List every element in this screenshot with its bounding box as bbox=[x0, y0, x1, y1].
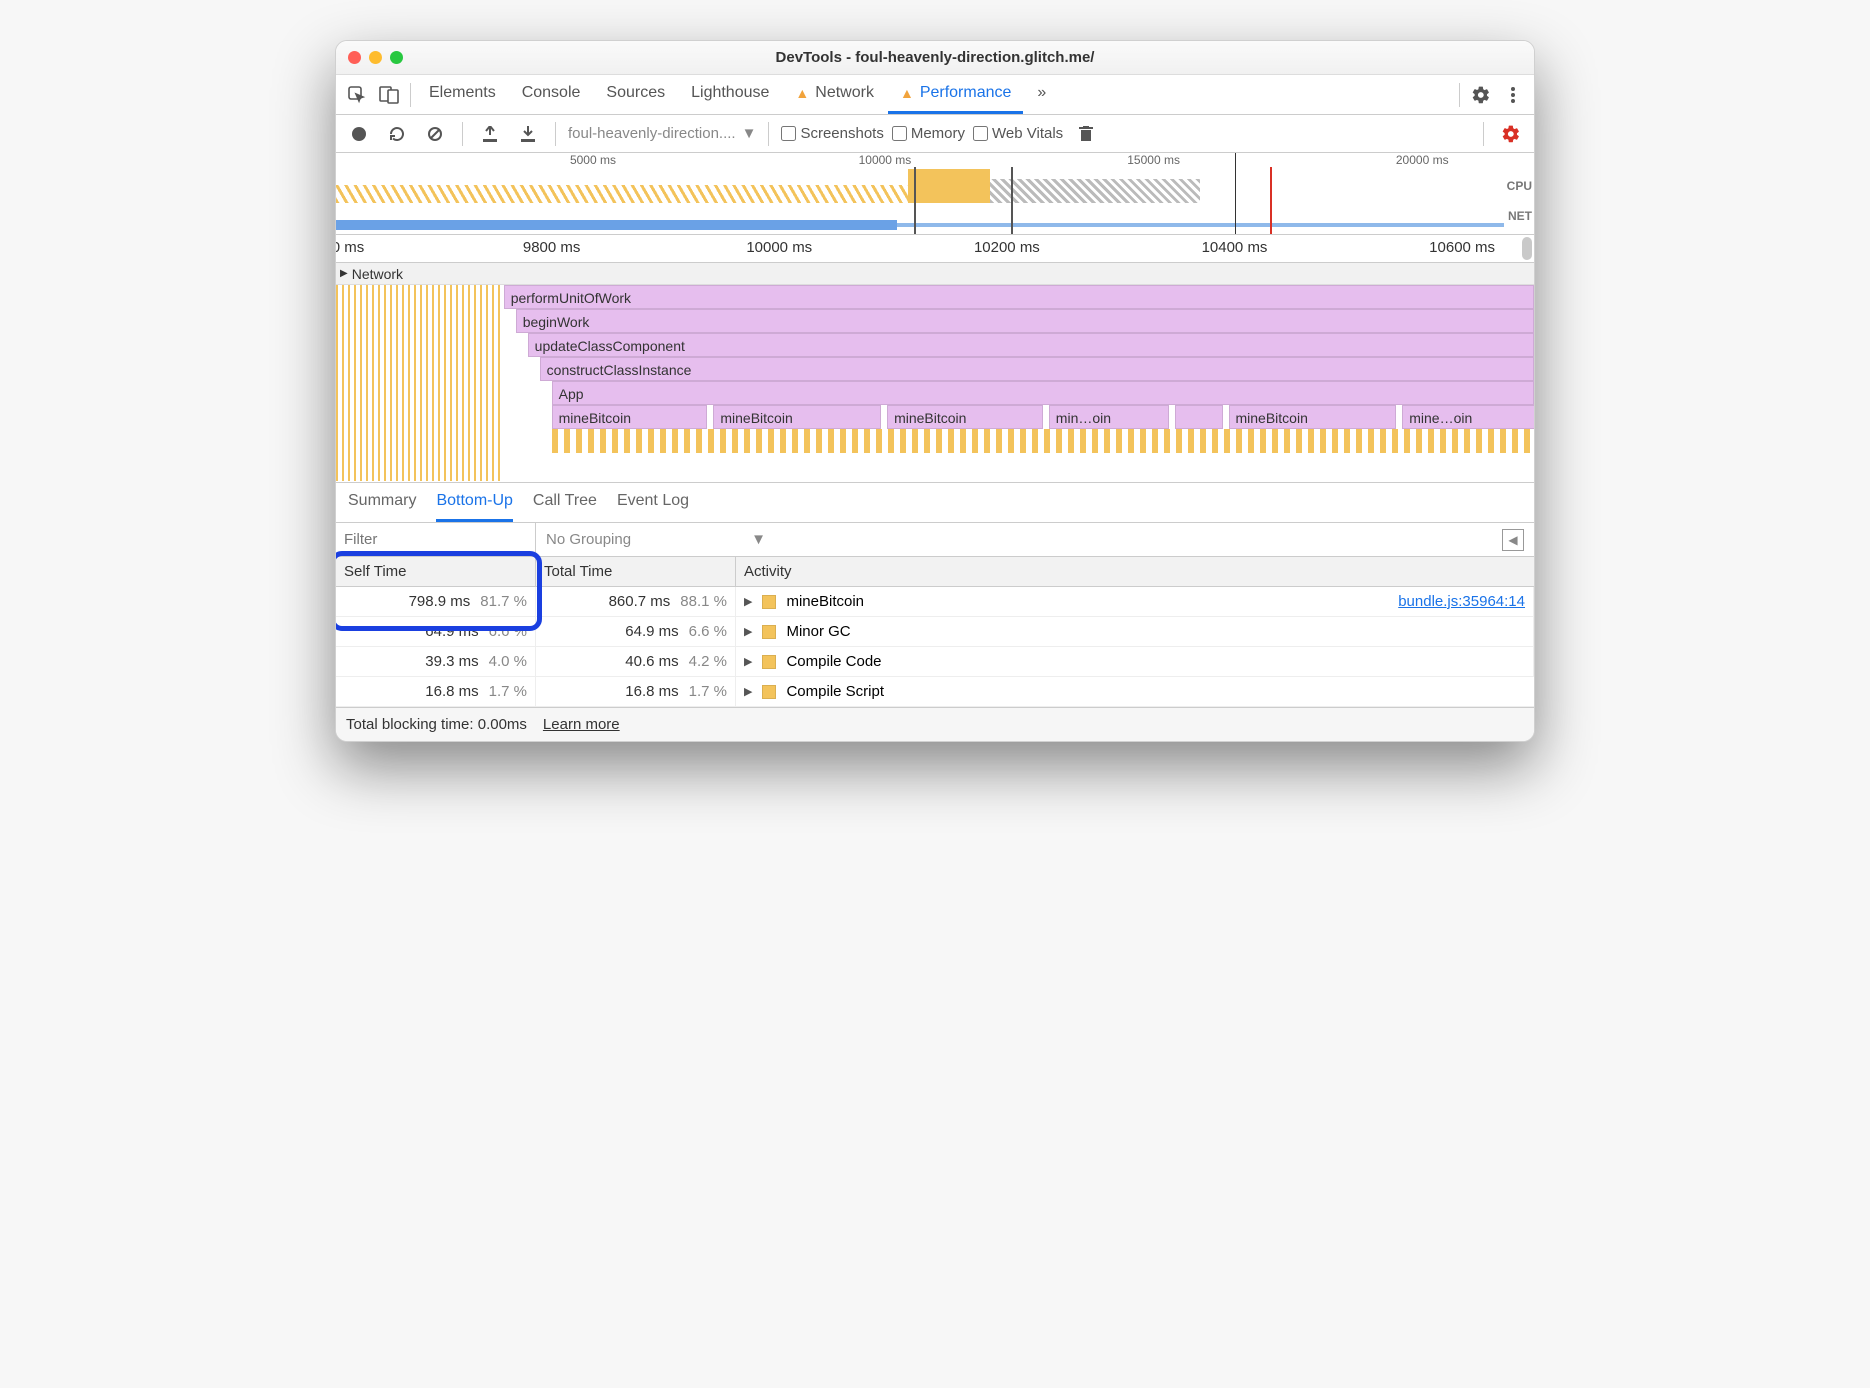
tbt-label: Total blocking time: 0.00ms bbox=[346, 716, 527, 733]
performance-toolbar: foul-heavenly-direction....▼ Screenshots… bbox=[336, 115, 1534, 153]
overview-ticks: 5000 ms 10000 ms 15000 ms 20000 ms bbox=[336, 153, 1504, 167]
self-time-cell[interactable]: 39.3 ms4.0 % bbox=[336, 647, 536, 677]
self-time-cell[interactable]: 64.9 ms6.6 % bbox=[336, 617, 536, 647]
col-activity[interactable]: Activity bbox=[736, 557, 1534, 587]
zoom-icon[interactable] bbox=[390, 51, 403, 64]
recording-selector[interactable]: foul-heavenly-direction....▼ bbox=[568, 125, 756, 142]
chevron-right-icon: ▶ bbox=[340, 268, 348, 279]
activity-color-icon bbox=[762, 685, 776, 699]
flame-leaf[interactable]: mineBitcoin bbox=[887, 405, 1043, 429]
detail-ruler[interactable]: 0 ms 9800 ms 10000 ms 10200 ms 10400 ms … bbox=[336, 235, 1534, 263]
tab-network[interactable]: ▲Network bbox=[783, 75, 886, 114]
filter-row: No Grouping▼ ◀ bbox=[336, 523, 1534, 557]
flame-chart[interactable]: ▶ Network performUnitOfWork beginWork up… bbox=[336, 263, 1534, 483]
bottom-tab-summary[interactable]: Summary bbox=[348, 483, 416, 522]
screenshots-checkbox[interactable]: Screenshots bbox=[781, 125, 883, 142]
window-title: DevTools - foul-heavenly-direction.glitc… bbox=[336, 49, 1534, 66]
bottom-tab-strip: Summary Bottom-Up Call Tree Event Log bbox=[336, 483, 1534, 523]
total-time-cell[interactable]: 860.7 ms88.1 % bbox=[536, 587, 736, 617]
activity-color-icon bbox=[762, 595, 776, 609]
overflow-tabs[interactable]: » bbox=[1025, 75, 1058, 114]
reload-icon[interactable] bbox=[382, 119, 412, 149]
main-tab-strip: ElementsConsoleSourcesLighthouse▲Network… bbox=[336, 75, 1534, 115]
flame-leaf[interactable]: mineBitcoin bbox=[1229, 405, 1397, 429]
self-time-cell[interactable]: 16.8 ms1.7 % bbox=[336, 677, 536, 707]
status-bar: Total blocking time: 0.00ms Learn more bbox=[336, 707, 1534, 741]
capture-settings-icon[interactable] bbox=[1496, 119, 1526, 149]
load-profile-icon[interactable] bbox=[475, 119, 505, 149]
flame-leaf[interactable]: mine…oin bbox=[1402, 405, 1534, 429]
source-link[interactable]: bundle.js:35964:14 bbox=[1398, 593, 1525, 610]
flame-leaf[interactable]: mineBitcoin bbox=[552, 405, 708, 429]
bottom-tab-call-tree[interactable]: Call Tree bbox=[533, 483, 597, 522]
memory-checkbox[interactable]: Memory bbox=[892, 125, 965, 142]
clear-icon[interactable] bbox=[420, 119, 450, 149]
device-toggle-icon[interactable] bbox=[374, 80, 404, 110]
activity-cell[interactable]: ▶mineBitcoinbundle.js:35964:14 bbox=[736, 587, 1534, 617]
timeline-overview[interactable]: 5000 ms 10000 ms 15000 ms 20000 ms CPU N… bbox=[336, 153, 1534, 235]
total-time-cell[interactable]: 40.6 ms4.2 % bbox=[536, 647, 736, 677]
devtools-window: DevTools - foul-heavenly-direction.glitc… bbox=[335, 40, 1535, 742]
chevron-right-icon[interactable]: ▶ bbox=[744, 685, 752, 698]
bottom-tab-event-log[interactable]: Event Log bbox=[617, 483, 689, 522]
activity-cell[interactable]: ▶Compile Script bbox=[736, 677, 1534, 707]
bottom-up-table: Self Time Total Time Activity bbox=[336, 557, 1534, 587]
activity-color-icon bbox=[762, 625, 776, 639]
tab-elements[interactable]: Elements bbox=[417, 75, 508, 114]
tab-console[interactable]: Console bbox=[510, 75, 593, 114]
close-icon[interactable] bbox=[348, 51, 361, 64]
total-time-cell[interactable]: 64.9 ms6.6 % bbox=[536, 617, 736, 647]
col-total-time[interactable]: Total Time bbox=[536, 557, 736, 587]
flame-leaf[interactable]: mineBitcoin bbox=[713, 405, 881, 429]
minimize-icon[interactable] bbox=[369, 51, 382, 64]
activity-cell[interactable]: ▶Compile Code bbox=[736, 647, 1534, 677]
tab-sources[interactable]: Sources bbox=[594, 75, 677, 114]
flame-leaf[interactable]: min…oin bbox=[1049, 405, 1169, 429]
total-time-cell[interactable]: 16.8 ms1.7 % bbox=[536, 677, 736, 707]
activity-color-icon bbox=[762, 655, 776, 669]
titlebar: DevTools - foul-heavenly-direction.glitc… bbox=[336, 41, 1534, 75]
grouping-selector[interactable]: No Grouping▼ ◀ bbox=[536, 523, 1534, 556]
flame-leaf[interactable] bbox=[1175, 405, 1223, 429]
col-self-time[interactable]: Self Time bbox=[336, 557, 536, 587]
inspect-icon[interactable] bbox=[342, 80, 372, 110]
filter-input[interactable] bbox=[336, 523, 536, 556]
trash-icon[interactable] bbox=[1071, 119, 1101, 149]
tab-performance[interactable]: ▲Performance bbox=[888, 75, 1023, 114]
webvitals-checkbox[interactable]: Web Vitals bbox=[973, 125, 1063, 142]
bottom-tab-bottom-up[interactable]: Bottom-Up bbox=[436, 483, 512, 522]
save-profile-icon[interactable] bbox=[513, 119, 543, 149]
self-time-cell[interactable]: 798.9 ms81.7 % bbox=[336, 587, 536, 617]
settings-icon[interactable] bbox=[1466, 80, 1496, 110]
collapse-panel-icon[interactable]: ◀ bbox=[1502, 529, 1524, 551]
record-icon[interactable] bbox=[344, 119, 374, 149]
overview-labels: CPU NET bbox=[1507, 171, 1532, 231]
activity-cell[interactable]: ▶Minor GC bbox=[736, 617, 1534, 647]
scrollbar-thumb[interactable] bbox=[1522, 237, 1532, 260]
chevron-right-icon[interactable]: ▶ bbox=[744, 595, 752, 608]
network-track-header[interactable]: ▶ Network bbox=[336, 263, 1534, 285]
learn-more-link[interactable]: Learn more bbox=[543, 716, 620, 733]
chevron-right-icon[interactable]: ▶ bbox=[744, 655, 752, 668]
selection-brackets[interactable] bbox=[914, 167, 1013, 234]
tab-lighthouse[interactable]: Lighthouse bbox=[679, 75, 781, 114]
chevron-right-icon[interactable]: ▶ bbox=[744, 625, 752, 638]
traffic-lights bbox=[348, 51, 403, 64]
kebab-menu-icon[interactable] bbox=[1498, 80, 1528, 110]
